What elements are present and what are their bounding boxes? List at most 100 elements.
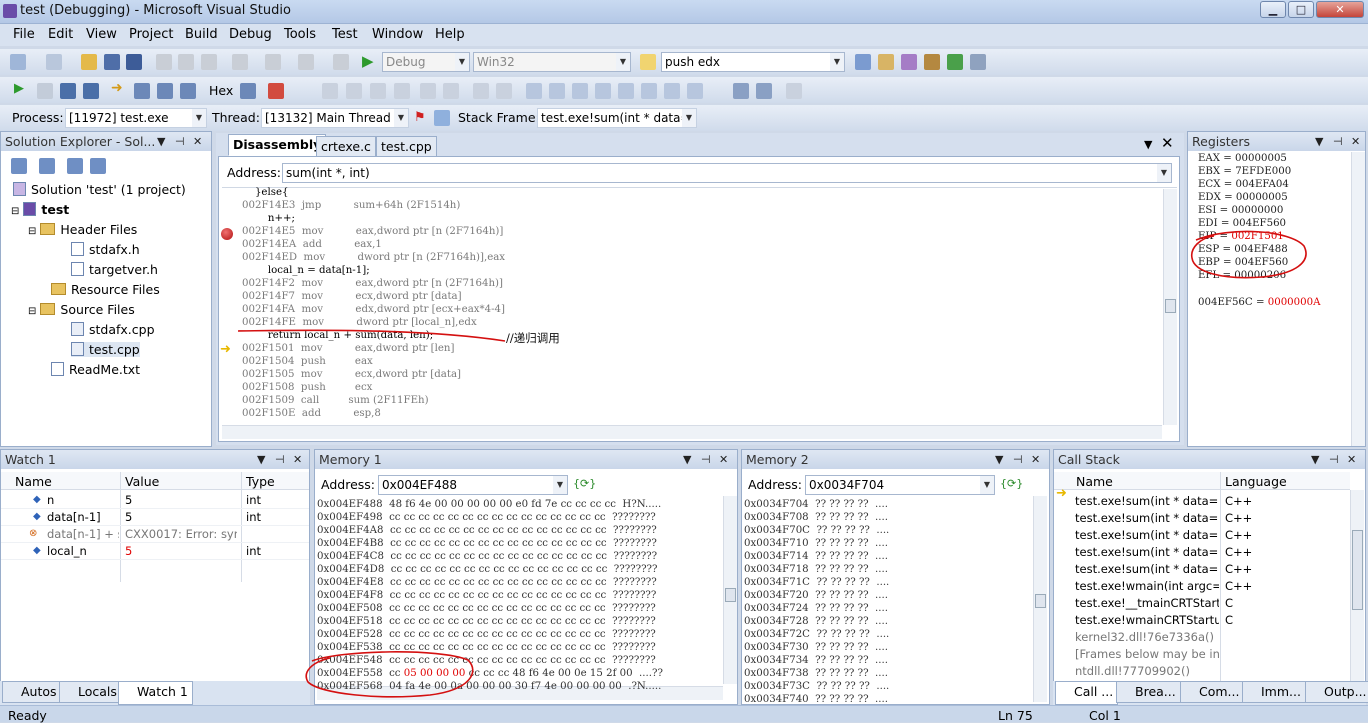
open-folder-icon[interactable] [81,54,97,70]
stack-frame-combo[interactable]: test.exe!sum(int * data= ▼ [537,108,697,128]
table-row[interactable]: ◆ n 5 int [1,492,309,509]
show-next-statement-icon[interactable]: ➜ [111,80,123,96]
menu-build[interactable]: Build [185,27,218,42]
prev-bookmark-icon[interactable] [549,83,565,99]
reevaluate-icon[interactable]: {⟳} [573,477,596,490]
tree-stdafx-cpp[interactable]: stdafx.cpp [71,322,155,337]
close-icon[interactable]: ✕ [1351,132,1360,151]
tab-autos[interactable]: Autos [2,681,62,703]
list-members-icon[interactable] [473,83,489,99]
pin-icon[interactable]: ⊣ [701,450,711,469]
prev-bookmark-doc-icon[interactable] [641,83,657,99]
menu-file[interactable]: File [13,27,35,42]
object-browser-icon[interactable] [901,54,917,70]
chevron-down-icon[interactable]: ▼ [995,450,1003,469]
next-bookmark-icon[interactable] [572,83,588,99]
process-combo[interactable]: [11972] test.exe ▼ [65,108,207,128]
align-left-icon[interactable] [322,83,338,99]
editor-vertical-scrollbar[interactable] [1163,189,1177,425]
table-row[interactable]: [Frames below may be incorre [1055,646,1347,663]
tree-header-files[interactable]: ⊟ Header Files [28,222,137,237]
tab-crtexe-c[interactable]: crtexe.c [316,136,376,158]
menu-window[interactable]: Window [372,27,423,42]
close-icon[interactable]: ✕ [293,450,302,469]
tree-stdafx-h[interactable]: stdafx.h [71,242,140,257]
close-icon[interactable]: ✕ [1031,450,1040,469]
table-row[interactable]: ◆ data[n-1] 5 int [1,509,309,526]
tab-call-stack[interactable]: Call ... [1055,681,1119,705]
navigate-forward-icon[interactable] [333,54,349,70]
chevron-down-icon[interactable]: ▼ [157,132,165,151]
memory2-address-combo[interactable]: 0x0034F704 ▼ [805,475,995,495]
collapse-icon[interactable]: ⊟ [11,206,19,217]
collapse-icon[interactable]: ⊟ [28,306,36,317]
memory1-scrollbar[interactable] [723,496,737,684]
pin-icon[interactable]: ⊣ [1333,132,1343,151]
class-diagram-icon[interactable] [90,158,106,174]
pin-icon[interactable]: ⊣ [1329,450,1339,469]
hex-display-icon[interactable] [240,83,256,99]
pin-icon[interactable]: ⊣ [275,450,285,469]
maximize-button[interactable]: □ [1288,1,1314,18]
tab-disassembly[interactable]: Disassembly [228,134,327,156]
tab-breakpoints[interactable]: Brea... [1116,681,1181,703]
config-combo[interactable]: Debug ▼ [382,52,470,72]
tree-solution[interactable]: Solution 'test' (1 project) [13,182,186,197]
close-icon[interactable]: ✕ [719,450,728,469]
chevron-down-icon[interactable]: ▼ [683,450,691,469]
chevron-down-icon[interactable]: ▼ [1311,450,1319,469]
pin-icon[interactable]: ⊣ [175,132,185,151]
breakpoints-icon[interactable] [268,83,284,99]
table-row[interactable]: test.exe!sum(int * data=0x00 C++ [1055,493,1347,510]
tab-output[interactable]: Outp... [1305,681,1368,703]
close-icon[interactable]: ✕ [1161,134,1174,152]
stop-debugging-icon[interactable] [60,83,76,99]
registers-window-icon[interactable] [756,83,772,99]
callstack-scrollbar[interactable] [1350,490,1364,684]
copy-icon[interactable] [178,54,194,70]
close-button[interactable]: ✕ [1316,1,1364,18]
table-row[interactable]: test.exe!__tmainCRTStartup(C [1055,595,1347,612]
menu-help[interactable]: Help [435,27,465,42]
memory-window-icon[interactable] [733,83,749,99]
properties-icon[interactable] [11,158,27,174]
pin-icon[interactable]: ⊣ [1013,450,1023,469]
tab-command-window[interactable]: Com... [1180,681,1245,703]
break-all-icon[interactable] [37,83,53,99]
menu-project[interactable]: Project [129,27,173,42]
format-icon[interactable] [394,83,410,99]
address-combo[interactable]: sum(int *, int) ▼ [282,163,1172,183]
menu-tools[interactable]: Tools [284,27,316,42]
restart-icon[interactable] [83,83,99,99]
indent-icon[interactable] [370,83,386,99]
step-into-icon[interactable] [134,83,150,99]
thread-combo[interactable]: [13132] Main Thread ▼ [261,108,409,128]
close-icon[interactable]: ✕ [1347,450,1356,469]
undo-icon[interactable] [232,54,248,70]
table-row[interactable]: ◆ local_n 5 int [1,543,309,560]
menu-edit[interactable]: Edit [48,27,73,42]
platform-combo[interactable]: Win32 ▼ [473,52,631,72]
redo-icon[interactable] [265,54,281,70]
threads-icon[interactable] [786,83,802,99]
tab-test-cpp[interactable]: test.cpp [376,136,437,158]
paste-icon[interactable] [201,54,217,70]
table-row[interactable]: test.exe!wmain(int argc=1, w C++ [1055,578,1347,595]
show-all-files-icon[interactable] [39,158,55,174]
hex-toggle[interactable]: Hex [209,83,233,98]
tab-locals[interactable]: Locals [59,681,122,703]
uncomment-icon[interactable] [443,83,459,99]
properties-icon[interactable] [878,54,894,70]
close-icon[interactable]: ✕ [193,132,202,151]
minimize-button[interactable]: ▁ [1260,1,1286,18]
toolbox-icon[interactable] [924,54,940,70]
table-row[interactable]: test.exe!sum(int * data=0x00 C++ [1055,544,1347,561]
cut-icon[interactable] [156,54,172,70]
tree-source-files[interactable]: ⊟ Source Files [28,302,135,317]
next-bookmark-doc-icon[interactable] [664,83,680,99]
memory1-address-combo[interactable]: 0x004EF488 ▼ [378,475,568,495]
step-out-icon[interactable] [180,83,196,99]
view-code-icon[interactable] [67,158,83,174]
continue-icon[interactable]: ▶ [14,81,24,96]
tree-readme-txt[interactable]: ReadMe.txt [51,362,140,377]
